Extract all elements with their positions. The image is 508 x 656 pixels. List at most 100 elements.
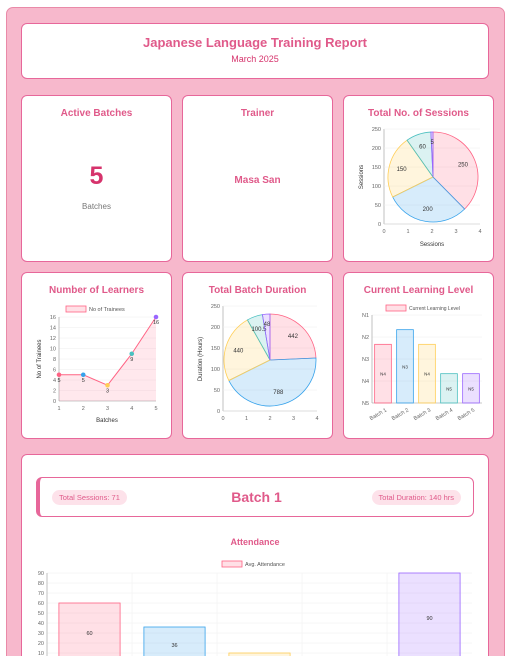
learners-legend-label: No of Trainees <box>89 307 125 313</box>
attendance-y-tick: 70 <box>38 591 44 597</box>
learners-x-tick: 3 <box>106 406 109 412</box>
level-y-tick: N1 <box>362 313 369 319</box>
level-bar-label: N5 <box>446 386 452 391</box>
sessions-pie-chart: 0 50 100 150 200 250 0 1 2 3 4 Sessions Sessions 250 2… <box>359 127 482 248</box>
level-y-tick: N2 <box>362 335 369 341</box>
sessions-slice-label: 150 <box>397 167 408 173</box>
learners-point-label: 3 <box>106 388 109 394</box>
attendance-bar-label: 90 <box>426 616 432 622</box>
level-bar-label: N3 <box>402 364 408 369</box>
trainer-title: Trainer <box>240 108 275 119</box>
attendance-y-tick: 30 <box>38 631 44 637</box>
attendance-bar <box>58 602 121 656</box>
level-x-tick: Batch 2 <box>391 408 410 423</box>
duration-y-tick: 200 <box>211 325 220 331</box>
duration-slice-label: 442 <box>288 334 299 340</box>
duration-card: Total Batch Duration 0 50 100 150 200 250 0 1 2 3… <box>182 272 333 439</box>
active-batches-label: Batches <box>82 202 111 211</box>
duration-y-tick: 50 <box>214 388 220 394</box>
sessions-y-tick: 250 <box>372 127 381 133</box>
learners-point <box>80 372 86 378</box>
trainer-name: Masa San <box>234 175 281 186</box>
sessions-x-tick: 3 <box>454 229 457 235</box>
sessions-card: Total No. of Sessions 0 50 100 150 200 250 0 1 2… <box>343 95 494 262</box>
active-batches-value: 5 <box>89 162 104 190</box>
attendance-y-tick: 50 <box>38 611 44 617</box>
level-bar-chart: Current Learning Level N1 N2 N3 N4 N5 N4 Batch … <box>362 304 482 423</box>
learners-point <box>153 314 159 320</box>
level-x-tick: Batch 3 <box>413 408 432 423</box>
report-header-card: Japanese Language Training Report March … <box>21 23 489 79</box>
duration-slice-label: 788 <box>273 390 284 396</box>
sessions-y-tick: 200 <box>372 146 381 152</box>
level-bar-label: N5 <box>468 386 474 391</box>
sessions-slice-label: 250 <box>458 163 469 169</box>
attendance-bar-chart: Avg. Attendance0102030405060708090603610… <box>38 560 472 656</box>
level-x-tick: Batch 5 <box>457 408 476 423</box>
learners-y-tick: 14 <box>50 326 56 332</box>
attendance-y-tick: 60 <box>38 601 44 607</box>
level-x-tick: Batch 1 <box>369 408 388 423</box>
attendance-legend-label: Avg. Attendance <box>245 562 285 568</box>
learners-x-tick: 1 <box>57 406 60 412</box>
learners-y-tick: 4 <box>53 378 56 384</box>
learners-y-tick: 2 <box>53 389 56 395</box>
batch-detail-card: Total Sessions: 71 Batch 1 Total Duratio… <box>21 454 489 656</box>
trainer-card: Trainer Masa San <box>182 95 333 262</box>
learners-y-tick: 8 <box>53 357 56 363</box>
duration-y-tick: 0 <box>217 409 220 415</box>
learners-card: Number of Learners No of Trainees 0 2 4 6 8 10… <box>21 272 172 439</box>
learners-point-label: 16 <box>153 320 159 326</box>
sessions-y-tick: 0 <box>378 222 381 228</box>
learners-point-label: 5 <box>82 378 85 384</box>
duration-slice-label: 48 <box>264 322 271 328</box>
sessions-x-tick: 0 <box>382 229 385 235</box>
report-subtitle: March 2025 <box>231 54 279 64</box>
learners-point <box>105 382 110 388</box>
learners-line-chart: No of Trainees02468101214161 2 3 4 55 53916Ba… <box>37 305 159 424</box>
duration-y-tick: 150 <box>211 346 220 352</box>
level-bar-label: N4 <box>380 372 386 377</box>
sessions-y-tick: 50 <box>375 203 381 209</box>
learners-legend-swatch <box>65 305 87 313</box>
sessions-x-tick: 4 <box>478 229 481 235</box>
duration-x-tick: 2 <box>268 416 271 422</box>
active-batches-title: Active Batches <box>60 108 133 119</box>
duration-y-axis-title: Duration (Hours) <box>198 337 204 381</box>
learners-y-tick: 0 <box>53 399 56 405</box>
level-bar-label: N4 <box>424 372 430 377</box>
attendance-legend-swatch <box>221 560 243 568</box>
level-legend-label: Current Learning Level <box>409 306 460 312</box>
learners-y-tick: 10 <box>50 347 56 353</box>
level-card: Current Learning Level Current Learning … <box>343 272 494 439</box>
sessions-x-axis-title: Sessions <box>420 242 444 248</box>
sessions-y-tick: 100 <box>372 184 381 190</box>
level-y-tick: N5 <box>362 401 369 407</box>
duration-x-tick: 0 <box>221 416 224 422</box>
learners-point <box>56 372 62 378</box>
level-legend-swatch <box>385 304 407 312</box>
learners-point <box>129 351 135 357</box>
sessions-y-tick: 150 <box>372 165 381 171</box>
attendance-y-tick: 40 <box>38 621 44 627</box>
sessions-x-tick: 2 <box>430 229 433 235</box>
duration-slice-label: 440 <box>233 348 244 354</box>
attendance-bar-label: 36 <box>171 643 177 649</box>
attendance-y-tick: 90 <box>38 571 44 577</box>
duration-y-tick: 100 <box>211 367 220 373</box>
learners-x-tick: 5 <box>154 406 157 412</box>
sessions-slice-label: 60 <box>419 144 426 150</box>
sessions-slice-label: 200 <box>423 207 434 213</box>
learners-point-label: 5 <box>57 378 60 384</box>
learners-x-axis-title: Batches <box>96 418 118 424</box>
sessions-y-axis-title: Sessions <box>359 165 365 189</box>
attendance-bar <box>398 572 461 656</box>
level-x-tick: Batch 4 <box>435 408 454 423</box>
active-batches-card: Active Batches 5 Batches <box>21 95 172 262</box>
duration-x-tick: 4 <box>315 416 318 422</box>
attendance-y-tick: 80 <box>38 581 44 587</box>
duration-x-tick: 1 <box>245 416 248 422</box>
duration-x-tick: 3 <box>292 416 295 422</box>
learners-point-label: 9 <box>130 357 133 363</box>
level-y-tick: N4 <box>362 379 369 385</box>
